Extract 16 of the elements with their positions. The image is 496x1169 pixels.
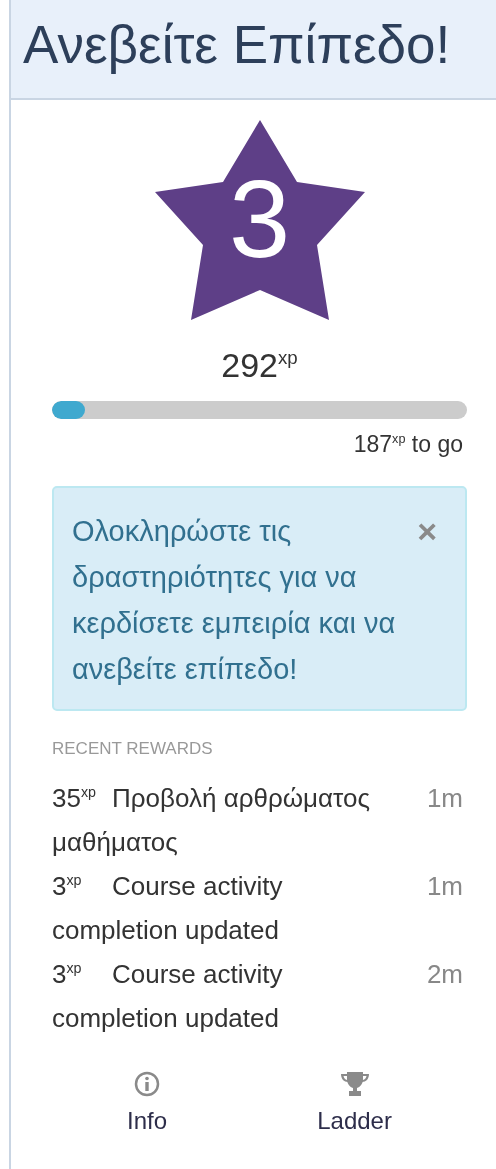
reward-text: 35$^{xp}$ Προβολή αρθρώματος μαθήματος [52,782,371,859]
reward-time: 1m [426,870,464,903]
reward-time: 2m [426,958,464,991]
reward-time: 1m [426,782,464,815]
panel-title: Ανεβείτε Επίπεδο! [23,15,451,74]
reward-text: 3$^{xp}$ Course activity completion updated [52,870,284,947]
info-icon [134,1071,161,1097]
reward-text: 3$^{xp}$ Course activity completion updated [52,958,284,1035]
trophy-icon [338,1071,371,1097]
xp-total: 292$^{xp}$ [220,346,299,385]
alert-message: Ολοκληρώστε τις δραστηριότητες για να κερδίσετε εμπειρία και να ανεβείτε επίπεδο! [72,515,396,685]
footer-link[interactable]: Info [127,1071,168,1135]
level-badge: 3 [154,120,365,320]
footer-link[interactable]: Ladder [317,1071,392,1135]
section-heading: RECENT REWARDS [52,739,214,759]
xp-remaining: 187$^{xp}$ to go [352,431,464,457]
